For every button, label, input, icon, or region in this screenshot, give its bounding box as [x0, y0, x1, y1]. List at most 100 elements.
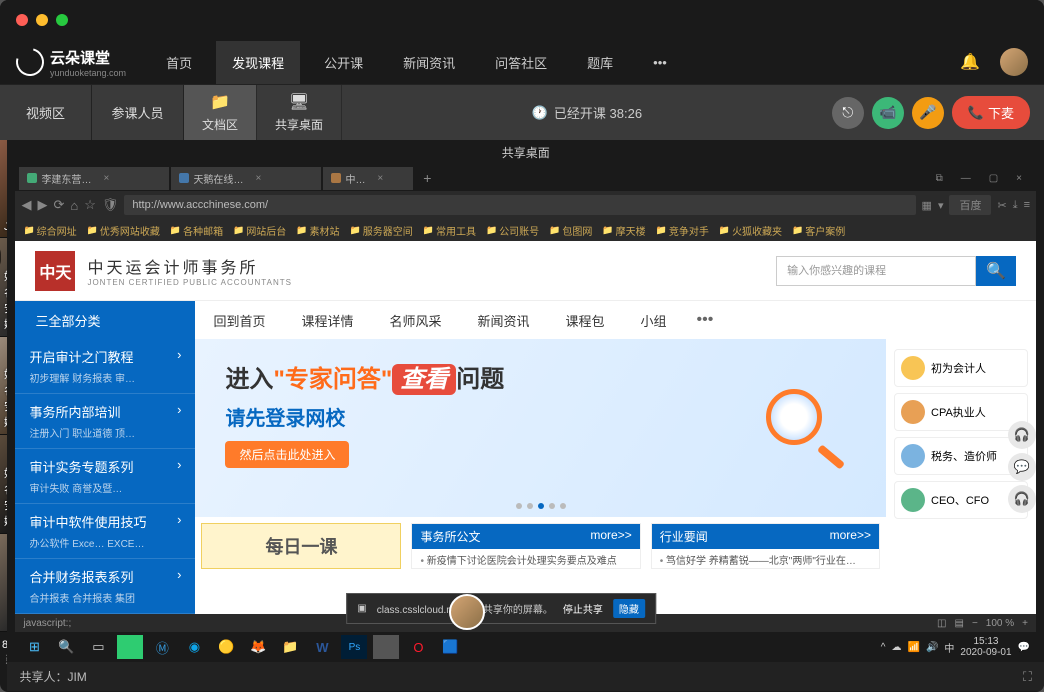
split-icon[interactable]: ◫ [937, 618, 946, 629]
notifications-icon[interactable]: 💬 [1018, 642, 1030, 653]
wifi-icon[interactable]: 📶 [907, 642, 919, 653]
nav-news[interactable]: 新闻资讯 [387, 41, 471, 84]
new-tab-button[interactable]: + [415, 170, 439, 186]
word-icon[interactable]: W [309, 635, 335, 659]
reload-icon[interactable]: ⟳ [53, 197, 64, 213]
tool-document[interactable]: 📁 文档区 [184, 85, 257, 140]
menu-icon[interactable]: ≡ [1024, 199, 1030, 211]
qr-icon[interactable]: ▦ [922, 199, 932, 212]
forward-icon[interactable]: ▶ [37, 197, 47, 213]
bookmark-item[interactable]: 火狐收藏夹 [719, 223, 782, 238]
opera-icon[interactable]: O [405, 635, 431, 659]
nav-discover[interactable]: 发现课程 [216, 41, 300, 84]
tool-share-desktop[interactable]: 🖥 共享桌面 [257, 85, 342, 140]
nav-qa[interactable]: 问答社区 [479, 41, 563, 84]
news-item[interactable]: 新疫情下讨论医院会计处理实务要点及难点 [412, 549, 639, 569]
ext-icon[interactable]: ▾ [938, 199, 944, 212]
close-window-button[interactable] [16, 14, 28, 26]
nav-exam[interactable]: 题库 [571, 41, 629, 84]
video-tile[interactable]: 👤 x1 姓名 安娜 [0, 238, 7, 336]
hide-share-button[interactable]: 隐藏 [613, 599, 645, 618]
nav-more[interactable]: ••• [685, 311, 726, 329]
url-field[interactable]: http://www.accchinese.com/ [124, 195, 915, 215]
maxthon-icon[interactable]: Ⓜ [149, 635, 175, 659]
microphone-button[interactable]: 🎤 [912, 97, 944, 129]
site-nav-item[interactable]: 小组 [623, 311, 685, 330]
bookmark-item[interactable]: 竞争对手 [656, 223, 709, 238]
more-link[interactable]: more>> [830, 528, 871, 545]
zoom-in-icon[interactable]: + [1022, 618, 1028, 629]
wechat-icon[interactable]: 💬 [1008, 453, 1036, 481]
camera-button[interactable]: 📹 [872, 97, 904, 129]
bookmark-item[interactable]: 各种邮箱 [170, 223, 223, 238]
more-link[interactable]: more>> [590, 528, 631, 545]
volume-icon[interactable]: 🔊 [926, 642, 938, 653]
video-tile[interactable]: 姓名 安娜 [0, 337, 7, 435]
start-button[interactable]: ⊞ [21, 635, 47, 659]
browser-tab[interactable]: 天鹅在线官网_专业的在线财× [171, 167, 321, 190]
bookmark-item[interactable]: 客户案例 [792, 223, 845, 238]
site-nav-item[interactable]: 新闻资讯 [459, 311, 547, 330]
fullscreen-icon[interactable]: ⛶ [1023, 669, 1032, 685]
leave-mic-button[interactable]: 📞下麦 [952, 96, 1030, 129]
close-icon[interactable]: × [1008, 169, 1030, 188]
site-nav-item[interactable]: 名师风采 [371, 311, 459, 330]
back-icon[interactable]: ◀ [21, 197, 31, 213]
category-item[interactable]: 合并财务报表系列›合并报表 合并报表 集团 [15, 559, 195, 614]
service-icon[interactable]: 🎧 [1008, 421, 1036, 449]
nav-more[interactable]: ••• [637, 43, 683, 82]
category-dropdown[interactable]: 三全部分类 [15, 301, 195, 340]
user-avatar[interactable] [1000, 48, 1028, 76]
browser-tab[interactable]: 李建东营销地图 - 网络营销× [19, 167, 169, 190]
bookmark-item[interactable]: 摩天楼 [602, 223, 645, 238]
grid-icon[interactable]: ▤ [955, 618, 964, 629]
download-icon[interactable]: ⤓ [1013, 199, 1018, 212]
tab-video-area[interactable]: 视频区 [0, 85, 92, 140]
hero-banner[interactable]: 进入"专家问答"查看问题 请先登录网校 然后点击此处进入 [195, 339, 886, 517]
nav-public[interactable]: 公开课 [308, 41, 379, 84]
app-icon[interactable]: 🟦 [437, 635, 463, 659]
screenshot-icon[interactable]: ✂ [997, 199, 1006, 212]
explorer-icon[interactable]: 📁 [277, 635, 303, 659]
zoom-out-icon[interactable]: − [972, 618, 978, 629]
tab-close-icon[interactable]: × [255, 173, 313, 184]
star-icon[interactable]: ☆ [84, 197, 96, 213]
category-item[interactable]: 审计实务专题系列›审计失败 商誉及暨… [15, 449, 195, 504]
nav-home[interactable]: 首页 [150, 41, 208, 84]
bookmark-item[interactable]: 素材站 [296, 223, 339, 238]
category-item[interactable]: 事务所内部培训›注册入门 职业道德 顶… [15, 394, 195, 449]
shield-icon[interactable]: 🛡 [102, 197, 119, 213]
category-item[interactable]: 开启审计之门教程›初步理解 财务报表 审… [15, 339, 195, 394]
chrome-icon[interactable]: 🟡 [213, 635, 239, 659]
bookmark-item[interactable]: 服务器空间 [350, 223, 413, 238]
firefox-icon[interactable]: 🦊 [245, 635, 271, 659]
site-nav-item[interactable]: 课程详情 [283, 311, 371, 330]
edge-icon[interactable]: ◉ [181, 635, 207, 659]
browser-tab[interactable]: 中天运网校× [323, 167, 413, 190]
cloud-tray-icon[interactable]: ☁ [891, 642, 901, 653]
bookmark-item[interactable]: 优秀网站收藏 [87, 223, 160, 238]
exit-door-icon[interactable]: ⎋ [832, 97, 864, 129]
search-taskbar-icon[interactable]: 🔍 [53, 635, 79, 659]
app-icon[interactable] [117, 635, 143, 659]
notification-bell-icon[interactable]: 🔔 [960, 52, 980, 72]
bookmark-item[interactable]: 包图网 [549, 223, 592, 238]
tab-participants[interactable]: 参课人员 [92, 85, 183, 140]
stop-share-button[interactable]: 停止共享 [563, 601, 603, 616]
audience-card[interactable]: 初为会计人 [894, 349, 1028, 387]
dual-pane-icon[interactable]: ⧉ [928, 169, 951, 188]
minimize-window-button[interactable] [36, 14, 48, 26]
news-item[interactable]: 笃信好学 养精蓄锐——北京"两师"行业在… [652, 549, 879, 569]
video-tile[interactable]: 姓名 安娜 [0, 435, 7, 533]
system-tray[interactable]: ^ ☁ 📶 🔊 中 15:13 2020-09-01 💬 [881, 636, 1030, 658]
photoshop-icon[interactable]: Ps [341, 635, 367, 659]
bookmark-item[interactable]: 常用工具 [423, 223, 476, 238]
tab-close-icon[interactable]: × [103, 173, 161, 184]
video-tile[interactable]: JIM [0, 140, 7, 238]
carousel-dots[interactable] [516, 503, 566, 509]
site-search-button[interactable]: 🔍 [976, 256, 1016, 286]
daily-lesson-tile[interactable]: 每日一课 [201, 523, 401, 569]
video-tile[interactable] [0, 534, 7, 632]
site-nav-item[interactable]: 课程包 [548, 311, 623, 330]
home-icon[interactable]: ⌂ [70, 198, 78, 213]
